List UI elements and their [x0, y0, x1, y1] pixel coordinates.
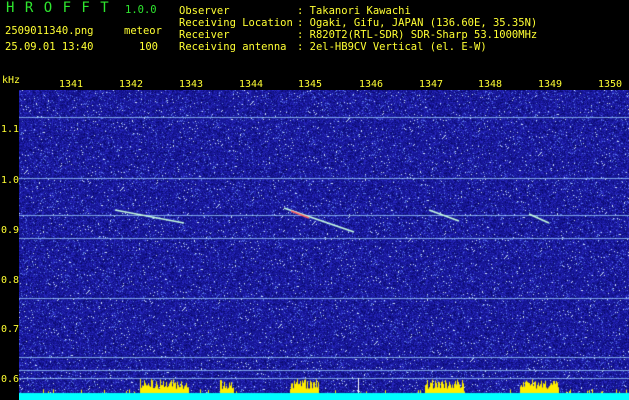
time-tick-label: 1345: [298, 79, 323, 90]
time-tick-label: 1347: [419, 79, 444, 90]
time-tick-label: 1348: [478, 79, 503, 90]
location-label: Receiving Location: [179, 17, 293, 29]
antenna-value: : 2el-HB9CV Vertical (el. E-W): [297, 41, 487, 53]
observer-label: Observer: [179, 5, 230, 17]
freq-unit-label: kHz: [2, 75, 21, 86]
app-title: H R O F F T: [6, 0, 110, 16]
location-value: : Ogaki, Gifu, JAPAN (136.60E, 35.35N): [297, 17, 538, 29]
header-panel: H R O F F T 1.0.0 2509011340.png meteor …: [0, 0, 629, 72]
freq-tick-label: 1.1: [1, 124, 20, 135]
observer-value: : Takanori Kawachi: [297, 5, 411, 17]
freq-tick-label: 0.7: [1, 324, 20, 335]
time-tick-label: 1341: [59, 79, 84, 90]
mode-label: meteor: [124, 25, 162, 37]
time-tick-label: 1342: [119, 79, 144, 90]
freq-tick-label: 0.8: [1, 275, 20, 286]
time-tick-label: 1343: [179, 79, 204, 90]
count-label: 100: [139, 41, 158, 53]
freq-tick-label: 0.9: [1, 225, 20, 236]
freq-tick-label: 1.0: [1, 175, 20, 186]
time-tick-label: 1344: [239, 79, 264, 90]
app-version: 1.0.0: [125, 4, 157, 16]
freq-tick-label: 0.6: [1, 374, 20, 385]
time-tick-label: 1349: [538, 79, 563, 90]
receiver-value: : R820T2(RTL-SDR) SDR-Sharp 53.1000MHz: [297, 29, 538, 41]
filename-label: 2509011340.png: [5, 25, 94, 37]
time-tick-label: 1350: [598, 79, 623, 90]
antenna-label: Receiving antenna: [179, 41, 287, 53]
datetime-label: 25.09.01 13:40: [5, 41, 94, 53]
receiver-label: Receiver: [179, 29, 230, 41]
time-tick-label: 1346: [359, 79, 384, 90]
spectrogram-canvas: [19, 90, 629, 400]
